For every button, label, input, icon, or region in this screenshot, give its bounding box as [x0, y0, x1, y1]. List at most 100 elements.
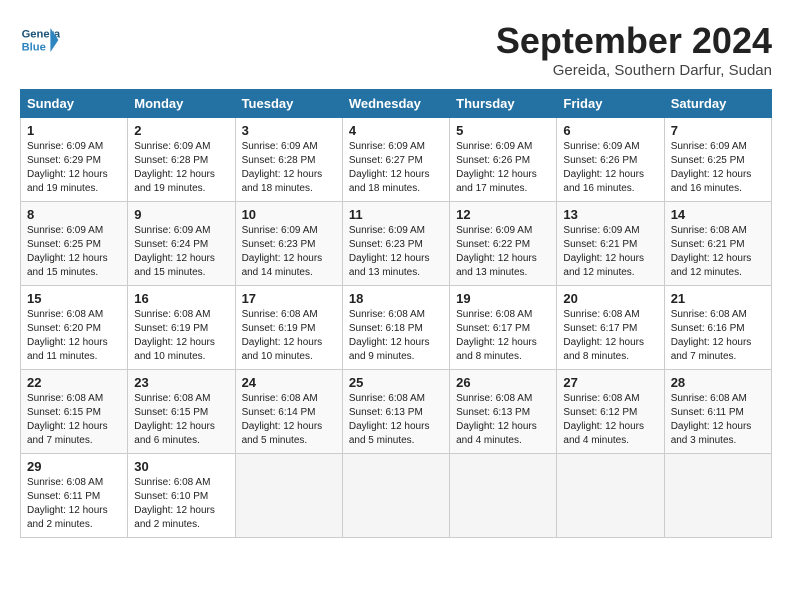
calendar-cell: 2 Sunrise: 6:09 AMSunset: 6:28 PMDaylight… — [128, 118, 235, 202]
calendar-cell: 13Sunrise: 6:09 AMSunset: 6:21 PMDayligh… — [557, 202, 664, 286]
day-number: 27 — [563, 375, 657, 390]
day-info: Sunrise: 6:09 AMSunset: 6:28 PMDaylight:… — [242, 140, 336, 196]
day-info: Sunrise: 6:08 AMSunset: 6:21 PMDaylight:… — [671, 224, 765, 280]
calendar-cell: 14Sunrise: 6:08 AMSunset: 6:21 PMDayligh… — [664, 202, 771, 286]
calendar-cell: 23Sunrise: 6:08 AMSunset: 6:15 PMDayligh… — [128, 370, 235, 454]
calendar-cell: 16 Sunrise: 6:08 AMSunset: 6:19 PMDayligh… — [128, 286, 235, 370]
day-number: 8 — [27, 207, 121, 222]
day-info: Sunrise: 6:09 AMSunset: 6:21 PMDaylight:… — [563, 224, 657, 280]
weekday-header: Saturday — [664, 90, 771, 118]
day-number: 6 — [563, 123, 657, 138]
day-number: 18 — [349, 291, 443, 306]
day-number: 16 — [134, 291, 228, 306]
day-number: 1 — [27, 123, 121, 138]
month-title: September 2024 — [496, 20, 772, 62]
title-block: September 2024 Gereida, Southern Darfur,… — [496, 20, 772, 79]
calendar-cell: 5 Sunrise: 6:09 AMSunset: 6:26 PMDaylight… — [450, 118, 557, 202]
day-info: Sunrise: 6:09 AMSunset: 6:26 PMDaylight:… — [456, 140, 550, 196]
calendar-cell — [235, 454, 342, 538]
calendar-week-row: 15 Sunrise: 6:08 AMSunset: 6:20 PMDayligh… — [21, 286, 772, 370]
calendar-cell: 29 Sunrise: 6:08 AMSunset: 6:11 PMDayligh… — [21, 454, 128, 538]
day-info: Sunrise: 6:08 AMSunset: 6:18 PMDaylight:… — [349, 308, 443, 364]
day-number: 26 — [456, 375, 550, 390]
weekday-header: Wednesday — [342, 90, 449, 118]
weekday-header-row: SundayMondayTuesdayWednesdayThursdayFrid… — [21, 90, 772, 118]
location: Gereida, Southern Darfur, Sudan — [496, 62, 772, 79]
weekday-header: Tuesday — [235, 90, 342, 118]
day-number: 28 — [671, 375, 765, 390]
day-number: 11 — [349, 207, 443, 222]
day-info: Sunrise: 6:09 AMSunset: 6:26 PMDaylight:… — [563, 140, 657, 196]
calendar-cell: 20 Sunrise: 6:08 AMSunset: 6:17 PMDayligh… — [557, 286, 664, 370]
day-info: Sunrise: 6:09 AMSunset: 6:27 PMDaylight:… — [349, 140, 443, 196]
calendar-cell: 7Sunrise: 6:09 AMSunset: 6:25 PMDaylight… — [664, 118, 771, 202]
day-info: Sunrise: 6:09 AMSunset: 6:23 PMDaylight:… — [349, 224, 443, 280]
day-number: 20 — [563, 291, 657, 306]
day-number: 24 — [242, 375, 336, 390]
day-info: Sunrise: 6:08 AMSunset: 6:13 PMDaylight:… — [456, 392, 550, 448]
calendar-cell: 12 Sunrise: 6:09 AMSunset: 6:22 PMDayligh… — [450, 202, 557, 286]
svg-text:Blue: Blue — [22, 41, 46, 53]
day-info: Sunrise: 6:09 AMSunset: 6:28 PMDaylight:… — [134, 140, 228, 196]
calendar-week-row: 29 Sunrise: 6:08 AMSunset: 6:11 PMDayligh… — [21, 454, 772, 538]
day-info: Sunrise: 6:08 AMSunset: 6:19 PMDaylight:… — [134, 308, 228, 364]
day-info: Sunrise: 6:08 AMSunset: 6:16 PMDaylight:… — [671, 308, 765, 364]
day-info: Sunrise: 6:08 AMSunset: 6:19 PMDaylight:… — [242, 308, 336, 364]
day-info: Sunrise: 6:08 AMSunset: 6:13 PMDaylight:… — [349, 392, 443, 448]
day-info: Sunrise: 6:08 AMSunset: 6:15 PMDaylight:… — [134, 392, 228, 448]
day-number: 4 — [349, 123, 443, 138]
day-number: 21 — [671, 291, 765, 306]
calendar-cell — [342, 454, 449, 538]
day-info: Sunrise: 6:09 AMSunset: 6:23 PMDaylight:… — [242, 224, 336, 280]
calendar-cell: 24 Sunrise: 6:08 AMSunset: 6:14 PMDayligh… — [235, 370, 342, 454]
day-info: Sunrise: 6:08 AMSunset: 6:17 PMDaylight:… — [456, 308, 550, 364]
day-info: Sunrise: 6:08 AMSunset: 6:12 PMDaylight:… — [563, 392, 657, 448]
day-number: 12 — [456, 207, 550, 222]
weekday-header: Friday — [557, 90, 664, 118]
day-info: Sunrise: 6:08 AMSunset: 6:11 PMDaylight:… — [671, 392, 765, 448]
day-info: Sunrise: 6:09 AMSunset: 6:25 PMDaylight:… — [27, 224, 121, 280]
calendar-cell: 3Sunrise: 6:09 AMSunset: 6:28 PMDaylight… — [235, 118, 342, 202]
logo: General Blue — [20, 20, 64, 60]
calendar-cell — [557, 454, 664, 538]
day-info: Sunrise: 6:08 AMSunset: 6:10 PMDaylight:… — [134, 476, 228, 532]
calendar-cell: 15 Sunrise: 6:08 AMSunset: 6:20 PMDayligh… — [21, 286, 128, 370]
calendar-cell: 10 Sunrise: 6:09 AMSunset: 6:23 PMDayligh… — [235, 202, 342, 286]
calendar-cell: 26 Sunrise: 6:08 AMSunset: 6:13 PMDayligh… — [450, 370, 557, 454]
calendar-cell: 1Sunrise: 6:09 AMSunset: 6:29 PMDaylight… — [21, 118, 128, 202]
day-number: 17 — [242, 291, 336, 306]
calendar-cell: 9Sunrise: 6:09 AMSunset: 6:24 PMDaylight… — [128, 202, 235, 286]
day-number: 7 — [671, 123, 765, 138]
calendar-cell — [450, 454, 557, 538]
day-info: Sunrise: 6:08 AMSunset: 6:17 PMDaylight:… — [563, 308, 657, 364]
calendar-week-row: 8 Sunrise: 6:09 AMSunset: 6:25 PMDaylight… — [21, 202, 772, 286]
calendar-cell: 8 Sunrise: 6:09 AMSunset: 6:25 PMDaylight… — [21, 202, 128, 286]
day-info: Sunrise: 6:09 AMSunset: 6:22 PMDaylight:… — [456, 224, 550, 280]
calendar-table: SundayMondayTuesdayWednesdayThursdayFrid… — [20, 89, 772, 538]
weekday-header: Thursday — [450, 90, 557, 118]
day-info: Sunrise: 6:08 AMSunset: 6:11 PMDaylight:… — [27, 476, 121, 532]
weekday-header: Monday — [128, 90, 235, 118]
day-info: Sunrise: 6:08 AMSunset: 6:20 PMDaylight:… — [27, 308, 121, 364]
calendar-cell: 27 Sunrise: 6:08 AMSunset: 6:12 PMDayligh… — [557, 370, 664, 454]
calendar-cell: 6 Sunrise: 6:09 AMSunset: 6:26 PMDaylight… — [557, 118, 664, 202]
day-info: Sunrise: 6:08 AMSunset: 6:14 PMDaylight:… — [242, 392, 336, 448]
calendar-cell: 17 Sunrise: 6:08 AMSunset: 6:19 PMDayligh… — [235, 286, 342, 370]
calendar-cell: 18 Sunrise: 6:08 AMSunset: 6:18 PMDayligh… — [342, 286, 449, 370]
calendar-cell: 19 Sunrise: 6:08 AMSunset: 6:17 PMDayligh… — [450, 286, 557, 370]
day-number: 2 — [134, 123, 228, 138]
day-number: 19 — [456, 291, 550, 306]
day-number: 25 — [349, 375, 443, 390]
calendar-cell — [664, 454, 771, 538]
calendar-cell: 4 Sunrise: 6:09 AMSunset: 6:27 PMDaylight… — [342, 118, 449, 202]
day-info: Sunrise: 6:08 AMSunset: 6:15 PMDaylight:… — [27, 392, 121, 448]
day-number: 10 — [242, 207, 336, 222]
day-number: 15 — [27, 291, 121, 306]
day-number: 5 — [456, 123, 550, 138]
day-number: 29 — [27, 459, 121, 474]
calendar-cell: 28 Sunrise: 6:08 AMSunset: 6:11 PMDayligh… — [664, 370, 771, 454]
day-number: 9 — [134, 207, 228, 222]
weekday-header: Sunday — [21, 90, 128, 118]
calendar-week-row: 22Sunrise: 6:08 AMSunset: 6:15 PMDayligh… — [21, 370, 772, 454]
calendar-cell: 22Sunrise: 6:08 AMSunset: 6:15 PMDayligh… — [21, 370, 128, 454]
